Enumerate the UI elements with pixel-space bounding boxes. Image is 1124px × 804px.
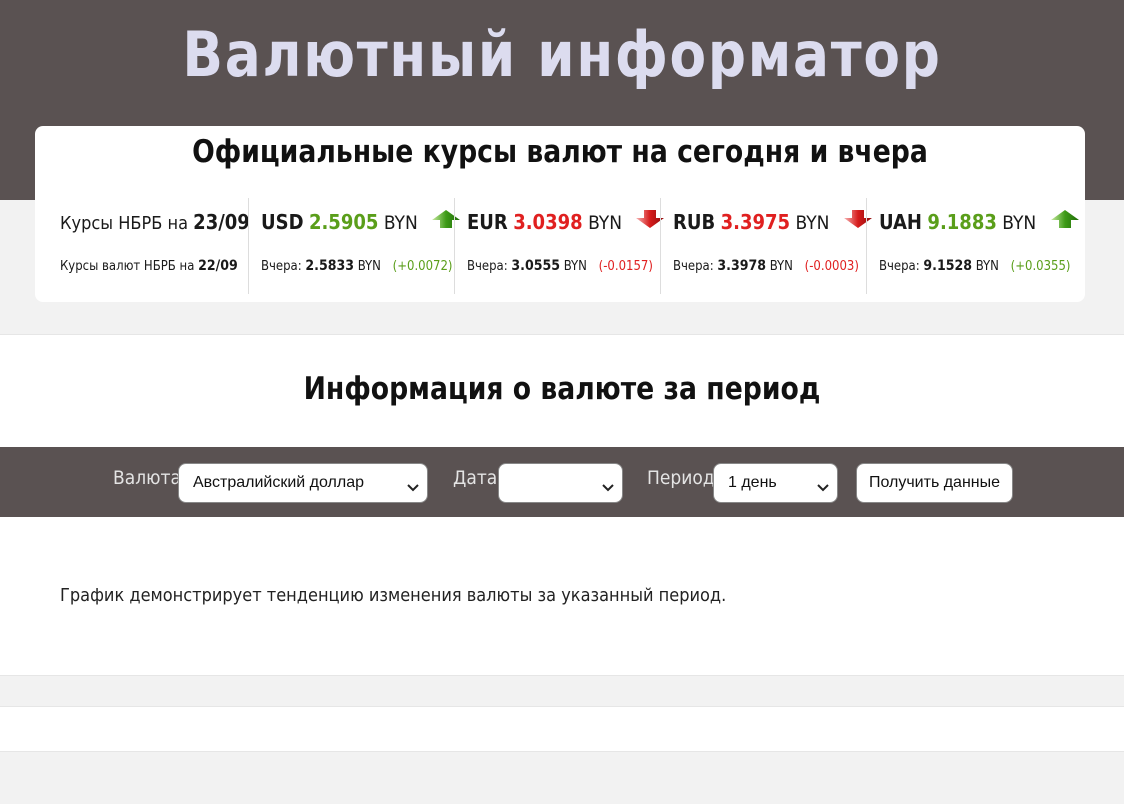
today-label: Курсы НБРБ на (60, 213, 189, 234)
rate-change: (-0.0157) (598, 259, 653, 274)
currency-rate: 3.0398 (513, 210, 583, 234)
yesterday-rate: 9.1528 (923, 258, 972, 274)
currency-code: UAH (879, 210, 922, 234)
yesterday-unit: BYN (975, 259, 999, 274)
arrow-up-icon (1050, 209, 1080, 234)
period-select-value: 1 день (728, 474, 777, 491)
rate-change: (+0.0072) (392, 259, 453, 274)
currency-select[interactable]: Австралийский доллар (178, 463, 428, 503)
yesterday-rate: 2.5833 (305, 258, 354, 274)
yesterday-prefix: Вчера: (673, 259, 714, 274)
rates-card: Официальные курсы валют на сегодня и вче… (35, 126, 1085, 302)
yesterday-rate: 3.0555 (511, 258, 560, 274)
yesterday-rate: 3.3978 (717, 258, 766, 274)
currency-unit: BYN (588, 212, 622, 234)
currency-rate: 9.1883 (927, 210, 997, 234)
rate-change: (+0.0355) (1010, 259, 1071, 274)
currency-card-rub: RUB 3.3975 BYN Вчера: 3.3978 BYN (-0.000… (660, 198, 872, 294)
currency-code: USD (261, 210, 304, 234)
period-heading: Информация о валюте за период (303, 371, 821, 407)
currency-unit: BYN (1002, 212, 1037, 234)
period-select-label: Период: (647, 467, 721, 489)
rate-change: (-0.0003) (804, 259, 859, 274)
rates-heading: Официальные курсы валют на сегодня и вче… (192, 134, 928, 170)
currency-code: RUB (673, 210, 716, 234)
site-title: Валютный информатор (182, 18, 942, 91)
currency-rate: 3.3975 (720, 210, 791, 234)
currency-card-usd: USD 2.5905 BYN Вчера: 2.5833 BYN (+0.007… (248, 198, 461, 294)
yesterday-prefix: Вчера: (467, 259, 508, 274)
currency-unit: BYN (795, 212, 830, 234)
yesterday-unit: BYN (357, 259, 381, 274)
currency-unit: BYN (383, 212, 418, 234)
period-select[interactable]: 1 день (713, 463, 838, 503)
currency-select-value: Австралийский доллар (193, 474, 364, 491)
currency-code: EUR (467, 210, 508, 234)
period-panel: Информация о валюте за период Валюта: Ав… (0, 334, 1124, 676)
today-date-line: Курсы НБРБ на 23/09 (60, 210, 250, 234)
chevron-down-icon (407, 479, 419, 497)
yesterday-prefix: Вчера: (261, 259, 302, 274)
rates-date-column: Курсы НБРБ на 23/09 Курсы валют НБРБ на … (35, 198, 250, 294)
date-select-label: Дата: (453, 467, 504, 489)
footer-strip (0, 706, 1124, 752)
chevron-down-icon (602, 479, 614, 497)
currency-card-eur: EUR 3.0398 BYN Вчера: 3.0555 BYN (-0.015… (454, 198, 665, 294)
yesterday-date: 22/09 (198, 258, 238, 274)
yesterday-label: Курсы валют НБРБ на (60, 259, 195, 274)
yesterday-unit: BYN (563, 259, 587, 274)
date-select[interactable] (498, 463, 623, 503)
currency-select-label: Валюта: (113, 467, 187, 489)
yesterday-prefix: Вчера: (879, 259, 920, 274)
currency-rate: 2.5905 (308, 210, 379, 234)
today-date: 23/09 (193, 210, 250, 234)
period-form: Валюта: Австралийский доллар Дата: Перио… (0, 447, 1124, 517)
chevron-down-icon (817, 479, 829, 497)
yesterday-date-line: Курсы валют НБРБ на 22/09 (60, 258, 238, 274)
yesterday-unit: BYN (769, 259, 793, 274)
chart-caption: График демонстрирует тенденцию изменения… (60, 585, 727, 606)
get-data-button[interactable]: Получить данные (856, 463, 1013, 503)
currency-card-uah: UAH 9.1883 BYN Вчера: 9.1528 BYN (+0.035… (866, 198, 1086, 294)
